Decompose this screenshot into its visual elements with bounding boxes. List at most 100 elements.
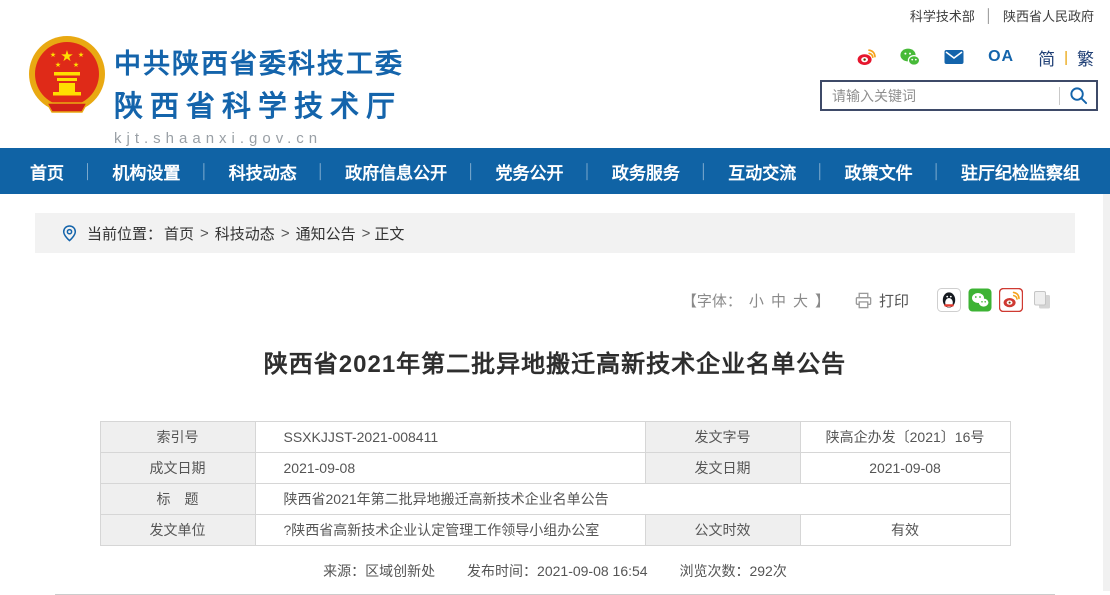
nav-separator: │: [200, 163, 209, 179]
nav-separator: │: [84, 163, 93, 179]
lang-separator: |: [1064, 49, 1068, 66]
nav-item-sci-tech-news[interactable]: 科技动态: [229, 159, 297, 184]
weibo-share-icon[interactable]: [999, 288, 1023, 312]
topbar-separator: │: [985, 8, 993, 23]
nav-item-gov-services[interactable]: 政务服务: [612, 159, 680, 184]
national-emblem-logo[interactable]: ★ ★ ★ ★ ★: [25, 34, 109, 118]
search-button[interactable]: [1060, 82, 1096, 109]
search-icon: [1069, 86, 1088, 105]
publish-time-value: 2021-09-08 16:54: [537, 563, 648, 579]
nav-item-discipline-inspection[interactable]: 驻厅纪检监察组: [961, 159, 1080, 184]
article-title: 陕西省2021年第二批异地搬迁高新技术企业名单公告: [0, 344, 1110, 379]
font-control-suffix: 】: [815, 290, 830, 311]
nav-separator: │: [700, 163, 709, 179]
font-small-button[interactable]: 小: [749, 290, 764, 311]
issuing-unit-value-cell: ?陕西省高新技术企业认定管理工作领导小组办公室: [255, 515, 645, 546]
svg-text:★: ★: [73, 61, 79, 69]
views-group: 浏览次数：292次: [679, 563, 786, 579]
breadcrumb-current: 正文: [374, 223, 404, 244]
share-buttons: [937, 288, 1054, 312]
nav-separator: │: [932, 163, 941, 179]
lang-traditional-toggle[interactable]: 繁: [1077, 45, 1094, 70]
font-large-button[interactable]: 大: [793, 290, 808, 311]
main-navigation: 首页 │ 机构设置 │ 科技动态 │ 政府信息公开 │ 党务公开 │ 政务服务 …: [0, 148, 1110, 194]
location-pin-icon: [61, 225, 78, 242]
org-name-line2: 陕西省科学技术厅: [114, 83, 404, 125]
table-row: 成文日期 2021-09-08 发文日期 2021-09-08: [100, 453, 1010, 484]
nav-item-organization[interactable]: 机构设置: [112, 159, 180, 184]
issue-date-value-cell: 2021-09-08: [800, 453, 1010, 484]
breadcrumb-notices[interactable]: 通知公告: [296, 223, 356, 244]
link-shaanxi-gov[interactable]: 陕西省人民政府: [1003, 6, 1094, 25]
svg-text:★: ★: [60, 48, 73, 65]
nav-separator: │: [583, 163, 592, 179]
views-value: 292次: [749, 563, 786, 579]
nav-item-home[interactable]: 首页: [30, 159, 64, 184]
issuing-unit-label-cell: 发文单位: [100, 515, 255, 546]
site-header: ★ ★ ★ ★ ★ 中共陕西省委科技工委 陕西省科学技术厅 kjt.shaanx…: [0, 30, 1110, 148]
site-search: [820, 80, 1098, 111]
print-label: 打印: [879, 290, 909, 311]
copy-share-icon[interactable]: [1030, 288, 1054, 312]
doc-number-value-cell: 陕高企办发〔2021〕16号: [800, 422, 1010, 453]
mail-icon[interactable]: [944, 47, 964, 67]
breadcrumb-separator: >: [362, 225, 371, 242]
issue-date-label-cell: 发文日期: [645, 453, 800, 484]
breadcrumb-label: 当前位置：: [87, 223, 162, 244]
table-row: 标 题 陕西省2021年第二批异地搬迁高新技术企业名单公告: [100, 484, 1010, 515]
source-group: 来源：区域创新处: [323, 563, 435, 579]
publish-time-group: 发布时间：2021-09-08 16:54: [467, 563, 648, 579]
nav-separator: │: [317, 163, 326, 179]
article-toolbar: 【字体： 小 中 大 】 打印: [0, 287, 1110, 313]
validity-value-cell: 有效: [800, 515, 1010, 546]
title-label-cell: 标 题: [100, 484, 255, 515]
index-label-cell: 索引号: [100, 422, 255, 453]
nav-item-policy-documents[interactable]: 政策文件: [845, 159, 913, 184]
index-value-cell: SSXKJJST-2021-008411: [255, 422, 645, 453]
top-link-bar: 科学技术部 │ 陕西省人民政府: [0, 0, 1110, 30]
font-size-control: 【字体： 小 中 大 】: [682, 290, 830, 311]
breadcrumb-sci-tech-news[interactable]: 科技动态: [215, 223, 275, 244]
search-input[interactable]: [822, 82, 1059, 109]
nav-item-interaction[interactable]: 互动交流: [728, 159, 796, 184]
qq-share-icon[interactable]: [937, 288, 961, 312]
nav-separator: │: [467, 163, 476, 179]
written-date-label-cell: 成文日期: [100, 453, 255, 484]
print-button[interactable]: 打印: [854, 290, 909, 311]
oa-icon[interactable]: OA: [988, 48, 1014, 66]
validity-label-cell: 公文时效: [645, 515, 800, 546]
svg-text:★: ★: [55, 61, 61, 69]
source-value: 区域创新处: [365, 563, 435, 579]
nav-separator: │: [816, 163, 825, 179]
written-date-value-cell: 2021-09-08: [255, 453, 645, 484]
page-scrollbar[interactable]: [1103, 194, 1110, 591]
header-quick-links: OA 简 | 繁: [856, 46, 1094, 68]
article-meta: 来源：区域创新处 发布时间：2021-09-08 16:54 浏览次数：292次: [0, 561, 1110, 581]
language-switch: 简 | 繁: [1038, 45, 1094, 70]
wechat-share-icon[interactable]: [968, 288, 992, 312]
doc-number-label-cell: 发文字号: [645, 422, 800, 453]
printer-icon: [854, 291, 873, 310]
source-label: 来源：: [323, 563, 365, 579]
svg-text:★: ★: [50, 51, 56, 59]
lang-simplified-toggle[interactable]: 简: [1038, 45, 1055, 70]
site-domain: kjt.shaanxi.gov.cn: [114, 130, 404, 147]
svg-text:★: ★: [78, 51, 84, 59]
breadcrumb-separator: >: [200, 225, 209, 242]
breadcrumb-separator: >: [281, 225, 290, 242]
breadcrumb: 当前位置： 首页 > 科技动态 > 通知公告 > 正文: [35, 213, 1075, 253]
site-identity: 中共陕西省委科技工委 陕西省科学技术厅 kjt.shaanxi.gov.cn: [114, 42, 404, 147]
link-ministry-of-science[interactable]: 科学技术部: [910, 6, 975, 25]
publish-time-label: 发布时间：: [467, 563, 537, 579]
views-label: 浏览次数：: [679, 563, 749, 579]
weibo-icon[interactable]: [856, 47, 876, 67]
font-control-prefix: 【字体：: [682, 290, 742, 311]
table-row: 发文单位 ?陕西省高新技术企业认定管理工作领导小组办公室 公文时效 有效: [100, 515, 1010, 546]
nav-item-party-affairs[interactable]: 党务公开: [496, 159, 564, 184]
wechat-icon[interactable]: [900, 47, 920, 67]
font-medium-button[interactable]: 中: [771, 290, 786, 311]
table-row: 索引号 SSXKJJST-2021-008411 发文字号 陕高企办发〔2021…: [100, 422, 1010, 453]
nav-item-gov-info-disclosure[interactable]: 政府信息公开: [345, 159, 447, 184]
breadcrumb-home[interactable]: 首页: [164, 223, 194, 244]
document-info-table: 索引号 SSXKJJST-2021-008411 发文字号 陕高企办发〔2021…: [100, 421, 1011, 546]
